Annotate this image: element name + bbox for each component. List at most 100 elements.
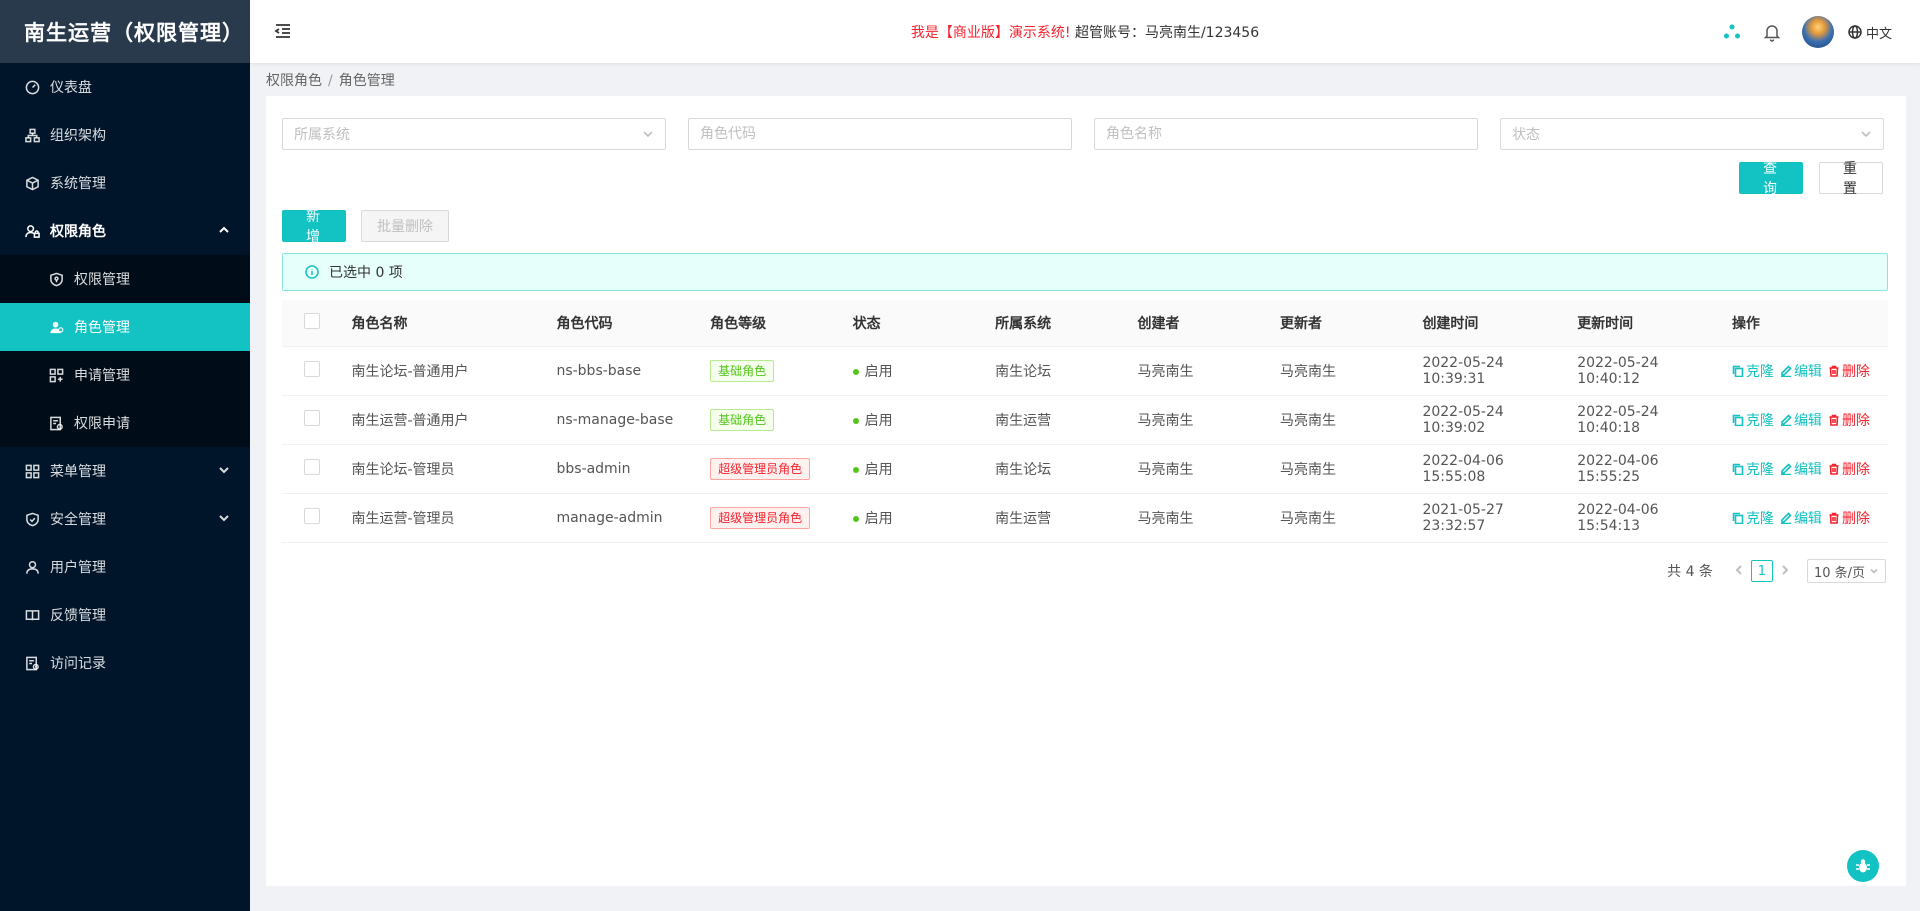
cell-creator: 马亮南生	[1129, 346, 1272, 396]
clone-action-label: 克隆	[1745, 461, 1774, 478]
breadcrumb-parent[interactable]: 权限角色	[266, 73, 322, 89]
delete-action-label: 删除	[1841, 412, 1870, 429]
sidebar-item-feedback[interactable]: 反馈管理	[0, 591, 250, 639]
cell-system: 南生运营	[987, 493, 1130, 543]
system-select[interactable]: 所属系统	[282, 118, 666, 150]
column-header: 状态	[844, 300, 988, 347]
sidebar-item-dashboard[interactable]: 仪表盘	[0, 63, 250, 111]
sidebar-item-org[interactable]: 组织架构	[0, 111, 250, 159]
trash-icon	[1829, 414, 1839, 426]
status-dot	[852, 368, 859, 375]
select-all-checkbox[interactable]	[304, 312, 320, 329]
form-icon	[48, 415, 64, 431]
row-checkbox[interactable]	[304, 360, 320, 377]
reset-button[interactable]: 重 置	[1819, 161, 1883, 197]
clone-action[interactable]: 克隆	[1732, 361, 1774, 381]
sidebar-item-access-log[interactable]: 访问记录	[0, 639, 250, 687]
clone-action[interactable]: 克隆	[1732, 508, 1774, 528]
edit-action[interactable]: 编辑	[1780, 361, 1822, 381]
row-checkbox[interactable]	[304, 409, 320, 426]
sidebar-item-label: 权限申请	[74, 416, 130, 432]
sidebar-item-menu-manage[interactable]: 菜单管理	[0, 447, 250, 495]
bug-report-button[interactable]	[1847, 850, 1879, 882]
selection-alert-text: 已选中 0 项	[329, 265, 403, 281]
cell-role-name: 南生论坛-普通用户	[343, 346, 549, 396]
dashboard-icon	[24, 79, 40, 95]
sidebar-item-apply-manage[interactable]: 申请管理	[0, 351, 250, 399]
cell-system: 南生论坛	[987, 346, 1130, 396]
role-code-input[interactable]	[688, 118, 1072, 150]
table-row: 南生论坛-管理员 bbs-admin 超级管理员角色 启用 南生论坛 马亮南生 马亮南生 20…	[282, 444, 1888, 494]
edit-action-label: 编辑	[1793, 510, 1822, 527]
sidebar-item-system[interactable]: 系统管理	[0, 159, 250, 207]
delete-action[interactable]: 删除	[1828, 361, 1870, 381]
user-icon	[24, 559, 40, 575]
sidebar-item-label: 用户管理	[50, 560, 106, 576]
cell-created-time: 2022-05-24 10:39:31	[1414, 346, 1570, 396]
chevron-down-icon	[643, 131, 653, 138]
trash-icon	[1829, 365, 1839, 377]
edit-action[interactable]: 编辑	[1780, 410, 1822, 430]
org-chart-icon	[24, 127, 40, 143]
cell-created-time: 2021-05-27 23:32:57	[1414, 493, 1570, 543]
edit-action[interactable]: 编辑	[1780, 508, 1822, 528]
cell-system: 南生论坛	[987, 444, 1130, 494]
cell-creator: 马亮南生	[1129, 493, 1272, 543]
avatar[interactable]	[1801, 16, 1834, 48]
delete-action[interactable]: 删除	[1828, 508, 1870, 528]
role-level-tag: 基础角色	[710, 408, 775, 431]
sidebar-item-label: 组织架构	[50, 128, 106, 144]
sidebar-item-label: 申请管理	[74, 368, 130, 384]
status-dot	[852, 417, 859, 424]
row-checkbox[interactable]	[304, 507, 320, 524]
page-size-select[interactable]: 10 条/页	[1806, 559, 1886, 583]
sidebar-item-users[interactable]: 用户管理	[0, 543, 250, 591]
language-switch[interactable]: 中文	[1848, 23, 1892, 42]
cell-updater: 马亮南生	[1271, 395, 1415, 445]
cell-role-code: bbs-admin	[548, 444, 703, 494]
filter-bar: 所属系统 状态	[282, 118, 1884, 150]
row-checkbox[interactable]	[304, 458, 320, 475]
sidebar-item-permission-manage[interactable]: 权限管理	[0, 255, 250, 303]
clone-action-label: 克隆	[1745, 510, 1774, 527]
chevron-down-icon	[1861, 131, 1871, 138]
batch-delete-button[interactable]: 批量删除	[361, 210, 449, 242]
delete-action-label: 删除	[1841, 461, 1870, 478]
trash-icon	[1829, 463, 1839, 475]
edit-action[interactable]: 编辑	[1780, 459, 1822, 479]
theme-dots-icon[interactable]	[1712, 16, 1752, 48]
role-name-input[interactable]	[1094, 118, 1478, 150]
query-button[interactable]: 查 询	[1739, 161, 1803, 197]
status-dot	[852, 515, 859, 522]
sidebar-item-role-manage[interactable]: 角色管理	[0, 303, 250, 351]
edit-action-label: 编辑	[1793, 363, 1822, 380]
delete-action[interactable]: 删除	[1828, 459, 1870, 479]
chevron-down-icon	[218, 464, 232, 478]
column-header: 更新者	[1271, 300, 1415, 347]
clone-action[interactable]: 克隆	[1732, 459, 1774, 479]
sidebar-item-security[interactable]: 安全管理	[0, 495, 250, 543]
prev-page-icon[interactable]	[1729, 563, 1749, 579]
cell-created-time: 2022-04-06 15:55:08	[1414, 444, 1570, 494]
page-number[interactable]: 1	[1750, 560, 1773, 582]
add-button[interactable]: 新 增	[282, 209, 346, 245]
log-icon	[24, 655, 40, 671]
cell-role-code: ns-bbs-base	[548, 346, 703, 396]
edit-icon	[1780, 462, 1792, 475]
page-size-label: 10 条/页	[1813, 565, 1865, 581]
bell-icon[interactable]	[1752, 16, 1792, 48]
next-page-icon[interactable]	[1775, 563, 1795, 579]
chevron-up-icon	[218, 224, 232, 238]
language-label: 中文	[1865, 26, 1892, 42]
cell-status: 启用	[864, 363, 893, 380]
delete-action[interactable]: 删除	[1828, 410, 1870, 430]
role-level-tag: 超级管理员角色	[710, 457, 811, 480]
cell-updater: 马亮南生	[1271, 493, 1415, 543]
sidebar-item-label: 角色管理	[74, 320, 130, 336]
shield-icon	[24, 511, 40, 527]
cell-creator: 马亮南生	[1129, 395, 1272, 445]
clone-action[interactable]: 克隆	[1732, 410, 1774, 430]
status-select[interactable]: 状态	[1500, 118, 1884, 150]
sidebar-item-permission-apply[interactable]: 权限申请	[0, 399, 250, 447]
sidebar-item-roles[interactable]: 权限角色	[0, 207, 250, 255]
